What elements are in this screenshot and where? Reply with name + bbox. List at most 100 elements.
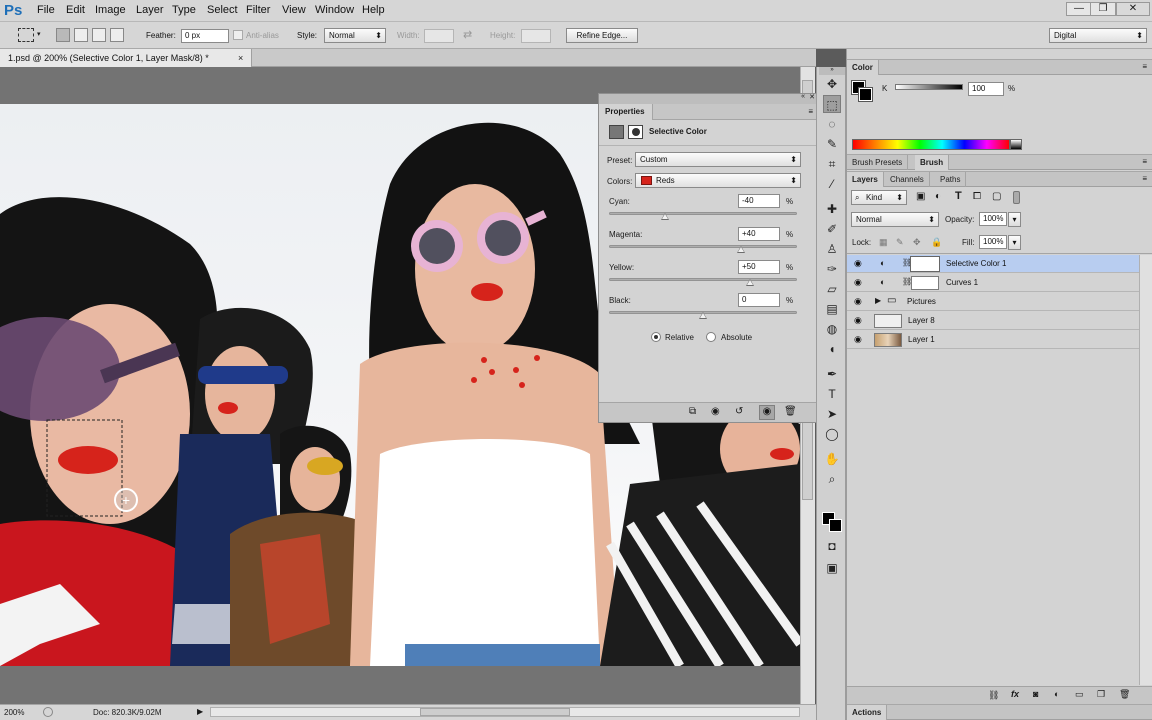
absolute-radio[interactable] <box>706 332 716 342</box>
rectangular-marquee-icon[interactable] <box>18 28 34 42</box>
move-tool-icon[interactable]: ✥ <box>823 75 841 93</box>
k-channel-slider[interactable] <box>895 84 963 90</box>
view-previous-icon[interactable]: ◉ <box>711 406 720 417</box>
filter-toggle[interactable] <box>1013 191 1020 204</box>
style-select[interactable]: Normal ⬍ <box>324 28 386 43</box>
height-input[interactable] <box>521 29 551 43</box>
properties-tab[interactable]: Properties <box>599 104 653 120</box>
black-slider-knob[interactable] <box>699 312 707 319</box>
layer-row-selective-color[interactable]: ◉ ◐ ⛓ Selective Color 1 <box>847 255 1139 273</box>
layer-row-pictures[interactable]: ◉ ▶ ▭ Pictures <box>847 293 1139 311</box>
crop-tool-icon[interactable]: ⌗ <box>823 155 841 173</box>
tab-brush-presets[interactable]: Brush Presets <box>847 155 909 170</box>
type-tool-icon[interactable]: T <box>823 385 841 403</box>
magenta-input[interactable]: +40 <box>738 227 780 241</box>
layer-thumbnail[interactable] <box>874 333 902 347</box>
eye-icon[interactable]: ◉ <box>854 259 864 268</box>
menu-select[interactable]: Select <box>207 4 238 16</box>
expand-arrow-icon[interactable]: ▶ <box>875 296 881 305</box>
eye-icon[interactable]: ◉ <box>854 297 864 306</box>
menu-filter[interactable]: Filter <box>246 4 270 16</box>
opacity-input[interactable]: 100% <box>979 212 1007 226</box>
fill-input[interactable]: 100% <box>979 235 1007 249</box>
eye-icon[interactable]: ◉ <box>854 278 864 287</box>
gradient-tool-icon[interactable]: ▤ <box>823 300 841 318</box>
close-button[interactable]: ✕ <box>1116 2 1150 16</box>
shape-tool-icon[interactable]: ◯ <box>823 425 841 443</box>
trash-icon[interactable]: 🗑 <box>784 406 797 417</box>
layer-mask-thumbnail[interactable] <box>910 256 940 272</box>
relative-radio[interactable] <box>651 332 661 342</box>
quick-mask-icon[interactable]: ◘ <box>823 537 841 555</box>
lock-pixels-icon[interactable]: ✎ <box>896 237 904 248</box>
opacity-dropdown[interactable]: ▾ <box>1008 212 1021 227</box>
antialias-checkbox[interactable] <box>233 30 243 40</box>
status-toggle-icon[interactable] <box>43 707 53 717</box>
yellow-input[interactable]: +50 <box>738 260 780 274</box>
history-brush-tool-icon[interactable]: ✑ <box>823 260 841 278</box>
healing-brush-tool-icon[interactable]: ✚ <box>823 200 841 218</box>
magenta-slider-knob[interactable] <box>736 246 745 253</box>
pixel-filter-icon[interactable]: ▣ <box>916 191 925 202</box>
dodge-tool-icon[interactable]: ◖ <box>823 340 841 358</box>
type-filter-icon[interactable]: T <box>955 190 962 202</box>
restore-button[interactable]: ❐ <box>1090 2 1116 16</box>
layer-row-curves[interactable]: ◉ ◐ ⛓ Curves 1 <box>847 274 1139 292</box>
color-spectrum-ramp[interactable] <box>852 139 1010 150</box>
cyan-input[interactable]: -40 <box>738 194 780 208</box>
refine-edge-button[interactable]: Refine Edge... <box>566 28 638 43</box>
subtract-selection-icon[interactable] <box>92 28 106 42</box>
lock-position-icon[interactable]: ✥ <box>913 237 921 248</box>
adjustment-filter-icon[interactable]: ◐ <box>935 191 941 202</box>
document-tab[interactable]: 1.psd @ 200% (Selective Color 1, Layer M… <box>0 49 252 67</box>
yellow-slider-track[interactable] <box>609 278 797 281</box>
layer-mask-icon[interactable] <box>628 125 643 139</box>
status-menu-arrow-icon[interactable]: ▶ <box>197 707 203 716</box>
add-selection-icon[interactable] <box>74 28 88 42</box>
eye-icon[interactable]: ◉ <box>854 335 864 344</box>
eraser-tool-icon[interactable]: ▱ <box>823 280 841 298</box>
visibility-icon[interactable]: ◉ <box>759 405 775 420</box>
link-layers-icon[interactable]: ⛓ <box>988 690 999 701</box>
close-icon[interactable]: × <box>238 53 243 63</box>
trash-icon[interactable]: 🗑 <box>1119 689 1130 700</box>
grayscale-ramp[interactable] <box>1010 139 1022 150</box>
add-mask-icon[interactable]: ◙ <box>1033 689 1038 699</box>
menu-type[interactable]: Type <box>172 4 196 16</box>
width-input[interactable] <box>424 29 454 43</box>
screen-mode-icon[interactable]: ▣ <box>823 559 841 577</box>
menu-view[interactable]: View <box>282 4 306 16</box>
layer-filter-select[interactable]: ⌕ Kind ⬍ <box>851 190 907 205</box>
lasso-tool-icon[interactable]: ◌ <box>823 115 841 133</box>
intersect-selection-icon[interactable] <box>110 28 124 42</box>
zoom-level[interactable]: 200% <box>4 708 24 717</box>
new-selection-icon[interactable] <box>56 28 70 42</box>
eye-icon[interactable]: ◉ <box>854 316 864 325</box>
tab-channels[interactable]: Channels <box>885 172 930 187</box>
clone-stamp-tool-icon[interactable]: ♙ <box>823 240 841 258</box>
color-background-swatch[interactable] <box>858 87 873 102</box>
panel-menu-icon[interactable]: ≡ <box>1142 157 1147 166</box>
new-adjustment-icon[interactable]: ◐ <box>1054 689 1059 699</box>
k-channel-input[interactable]: 100 <box>968 82 1004 96</box>
tool-preset-chevron-icon[interactable]: ▾ <box>37 30 41 38</box>
eyedropper-tool-icon[interactable]: ⁄ <box>823 175 841 193</box>
preset-select[interactable]: Custom ⬍ <box>635 152 801 167</box>
menu-edit[interactable]: Edit <box>66 4 85 16</box>
blend-mode-select[interactable]: Normal ⬍ <box>851 212 939 227</box>
hand-tool-icon[interactable]: ✋ <box>823 450 841 468</box>
layer-row-layer-1[interactable]: ◉ Layer 1 <box>847 331 1139 349</box>
feather-input[interactable]: 0 px <box>181 29 229 43</box>
layer-thumbnail[interactable] <box>874 314 902 328</box>
zoom-tool-icon[interactable]: ⌕ <box>823 470 841 488</box>
fx-icon[interactable]: fx <box>1011 689 1019 699</box>
workspace-select[interactable]: Digital ⬍ <box>1049 28 1147 43</box>
horizontal-scroll-thumb[interactable] <box>420 708 570 716</box>
smart-object-filter-icon[interactable]: ▢ <box>992 191 1001 202</box>
tools-collapse-icon[interactable]: » <box>819 67 845 75</box>
close-icon[interactable]: ✕ <box>809 93 815 101</box>
menu-image[interactable]: Image <box>95 4 126 16</box>
menu-help[interactable]: Help <box>362 4 385 16</box>
menu-file[interactable]: File <box>37 4 55 16</box>
lock-all-icon[interactable]: 🔒 <box>931 237 942 248</box>
